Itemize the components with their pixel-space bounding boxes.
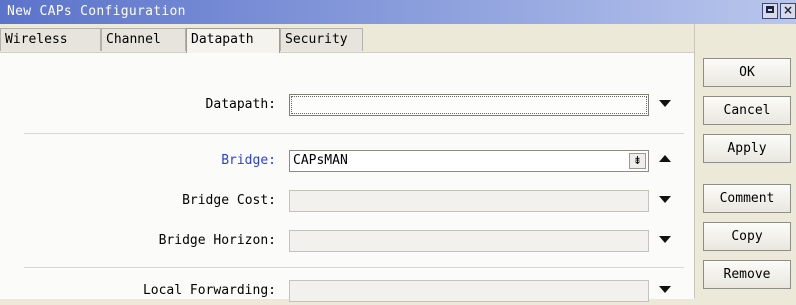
bridge-horizon-field[interactable] — [289, 230, 649, 252]
apply-button[interactable]: Apply — [703, 134, 791, 163]
datapath-label: Datapath: — [205, 97, 276, 112]
bridge-horizon-row: Bridge Horizon: — [0, 229, 694, 255]
datapath-field[interactable] — [289, 94, 649, 116]
section-divider — [24, 133, 684, 134]
bridge-horizon-label: Bridge Horizon: — [158, 233, 276, 248]
maximize-icon — [766, 6, 774, 13]
bridge-collapse-icon[interactable] — [659, 155, 671, 162]
bridge-value: CAPsMAN — [293, 153, 348, 168]
form-panel: Datapath: Bridge: CAPsMAN ⇟ Bridge Cost:… — [0, 52, 694, 302]
close-button[interactable]: × — [780, 3, 796, 19]
tab-security[interactable]: Security — [280, 28, 363, 51]
local-forwarding-dropdown-icon[interactable] — [659, 286, 671, 293]
title-bar: New CAPs Configuration × — [0, 0, 796, 24]
datapath-row: Datapath: — [0, 93, 694, 119]
bridge-label[interactable]: Bridge: — [221, 153, 276, 168]
action-sidebar: OK Cancel Apply Comment Copy Remove — [694, 24, 796, 298]
list-select-icon[interactable]: ⇟ — [629, 153, 646, 169]
cancel-button[interactable]: Cancel — [703, 96, 791, 125]
local-forwarding-label: Local Forwarding: — [142, 283, 276, 298]
tab-wireless[interactable]: Wireless — [0, 28, 101, 51]
local-forwarding-row: Local Forwarding: — [0, 279, 694, 305]
maximize-button[interactable] — [762, 3, 778, 19]
datapath-dropdown-icon[interactable] — [659, 100, 671, 107]
bridge-horizon-dropdown-icon[interactable] — [659, 236, 671, 243]
remove-button[interactable]: Remove — [703, 260, 791, 289]
ok-button[interactable]: OK — [703, 58, 791, 87]
copy-button[interactable]: Copy — [703, 222, 791, 251]
close-icon: × — [782, 3, 794, 17]
window-title: New CAPs Configuration — [7, 4, 186, 19]
bridge-cost-row: Bridge Cost: — [0, 189, 694, 215]
comment-button[interactable]: Comment — [703, 184, 791, 213]
tab-datapath[interactable]: Datapath — [186, 28, 280, 53]
section-divider — [24, 267, 684, 268]
bridge-cost-field[interactable] — [289, 190, 649, 212]
bridge-field[interactable]: CAPsMAN ⇟ — [289, 150, 649, 172]
local-forwarding-field[interactable] — [289, 280, 649, 302]
tab-channel[interactable]: Channel — [101, 28, 186, 51]
bridge-cost-label: Bridge Cost: — [182, 193, 276, 208]
tab-bar: Wireless Channel Datapath Security — [0, 28, 694, 53]
bridge-cost-dropdown-icon[interactable] — [659, 196, 671, 203]
bridge-row: Bridge: CAPsMAN ⇟ — [0, 149, 694, 175]
